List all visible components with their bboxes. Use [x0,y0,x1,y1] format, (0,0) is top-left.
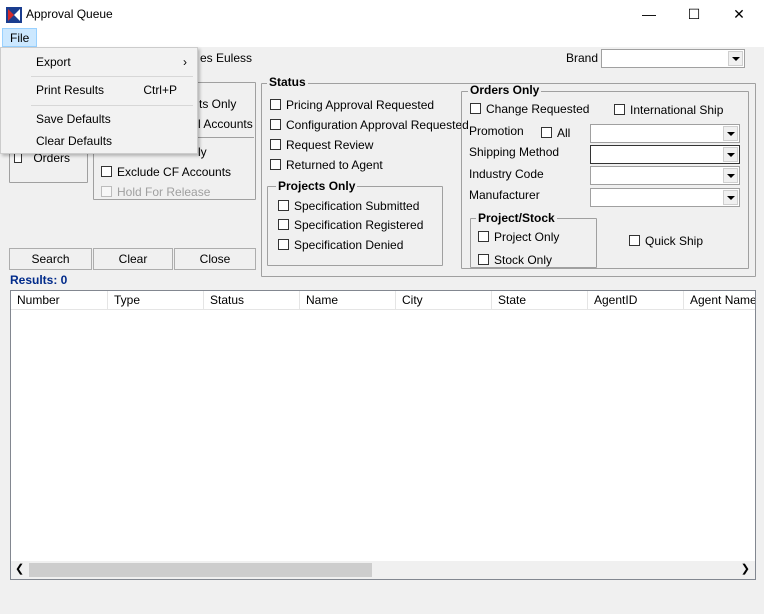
menu-bar: File [0,28,764,47]
close-button[interactable]: Close [174,248,256,270]
status-pricing-approval-checkbox[interactable]: Pricing Approval Requested [270,97,434,112]
close-window-button[interactable]: ✕ [716,0,762,28]
menu-separator [31,105,193,106]
international-ship-checkbox[interactable]: International Ship [614,102,723,117]
close-icon: ✕ [733,6,745,22]
status-returned-to-agent-checkbox[interactable]: Returned to Agent [270,157,383,172]
app-logo-icon [6,7,22,23]
grid-header: Number Type Status Name City State Agent… [11,291,755,310]
search-button[interactable]: Search [9,248,92,270]
column-header-agentid[interactable]: AgentID [588,291,684,309]
status-group-title: Status [267,75,308,89]
chevron-right-icon: › [183,55,187,69]
project-stock-title: Project/Stock [476,211,557,225]
chevron-down-icon[interactable] [723,190,738,205]
manufacturer-select[interactable] [590,188,740,207]
status-request-review-checkbox[interactable]: Request Review [270,137,373,152]
promotion-select[interactable] [590,124,740,143]
minimize-button[interactable]: — [626,0,672,28]
chevron-down-icon[interactable] [723,168,738,183]
results-grid[interactable]: Number Type Status Name City State Agent… [10,290,756,580]
minimize-icon: — [642,6,656,22]
column-header-state[interactable]: State [492,291,588,309]
chevron-down-icon[interactable] [728,51,743,66]
menu-item-print-results[interactable]: Print Results Ctrl+P [1,79,197,101]
industry-code-label: Industry Code [469,167,544,181]
partial-label-accounts: l Accounts [198,117,253,131]
menu-item-clear-defaults[interactable]: Clear Defaults [1,130,197,152]
column-header-agent-name[interactable]: Agent Name [684,291,755,309]
shortcut-label: Ctrl+P [143,83,177,97]
menu-file[interactable]: File [2,28,38,47]
menu-item-save-defaults[interactable]: Save Defaults [1,108,197,130]
menu-item-export[interactable]: Export › [1,51,197,73]
orders-only-title: Orders Only [468,83,542,97]
results-count: Results: 0 [10,273,68,287]
exclude-cf-accounts-checkbox[interactable]: Exclude CF Accounts [101,164,231,179]
promotion-label: Promotion [469,124,524,138]
stock-only-checkbox[interactable]: Stock Only [478,252,552,267]
menu-separator [31,76,193,77]
window-title: Approval Queue [26,7,113,21]
spec-registered-checkbox[interactable]: Specification Registered [278,217,423,232]
quick-ship-checkbox[interactable]: Quick Ship [629,233,703,248]
shipping-method-label: Shipping Method [469,145,560,159]
column-header-name[interactable]: Name [300,291,396,309]
horizontal-scrollbar[interactable]: ❮ ❯ [11,561,755,579]
partial-label-ly: ly [198,145,207,159]
scroll-left-icon[interactable]: ❮ [15,562,24,575]
column-header-status[interactable]: Status [204,291,300,309]
scroll-right-icon[interactable]: ❯ [741,562,750,575]
file-menu-dropdown: Export › Print Results Ctrl+P Save Defau… [0,47,198,154]
hold-for-release-checkbox: Hold For Release [101,184,210,199]
column-header-city[interactable]: City [396,291,492,309]
clear-button[interactable]: Clear [93,248,173,270]
spec-denied-checkbox[interactable]: Specification Denied [278,237,403,252]
partial-label-ts-only: ts Only [199,97,237,111]
chevron-down-icon[interactable] [723,147,738,162]
column-header-number[interactable]: Number [11,291,108,309]
brand-select[interactable] [601,49,745,68]
spec-submitted-checkbox[interactable]: Specification Submitted [278,198,419,213]
chevron-down-icon[interactable] [723,126,738,141]
project-only-checkbox[interactable]: Project Only [478,229,559,244]
status-configuration-approval-checkbox[interactable]: Configuration Approval Requested [270,117,469,132]
location-label: es Euless [200,51,253,65]
column-header-type[interactable]: Type [108,291,204,309]
scroll-thumb[interactable] [29,563,372,577]
promotion-all-checkbox[interactable]: All [541,125,570,140]
brand-label: Brand [566,51,599,65]
maximize-button[interactable]: ☐ [671,0,717,28]
change-requested-checkbox[interactable]: Change Requested [470,101,589,116]
industry-code-select[interactable] [590,166,740,185]
title-bar: Approval Queue — ☐ ✕ [0,0,764,28]
maximize-icon: ☐ [687,6,701,22]
manufacturer-label: Manufacturer [469,188,540,202]
projects-only-title: Projects Only [276,179,358,193]
shipping-method-select[interactable] [590,145,740,164]
